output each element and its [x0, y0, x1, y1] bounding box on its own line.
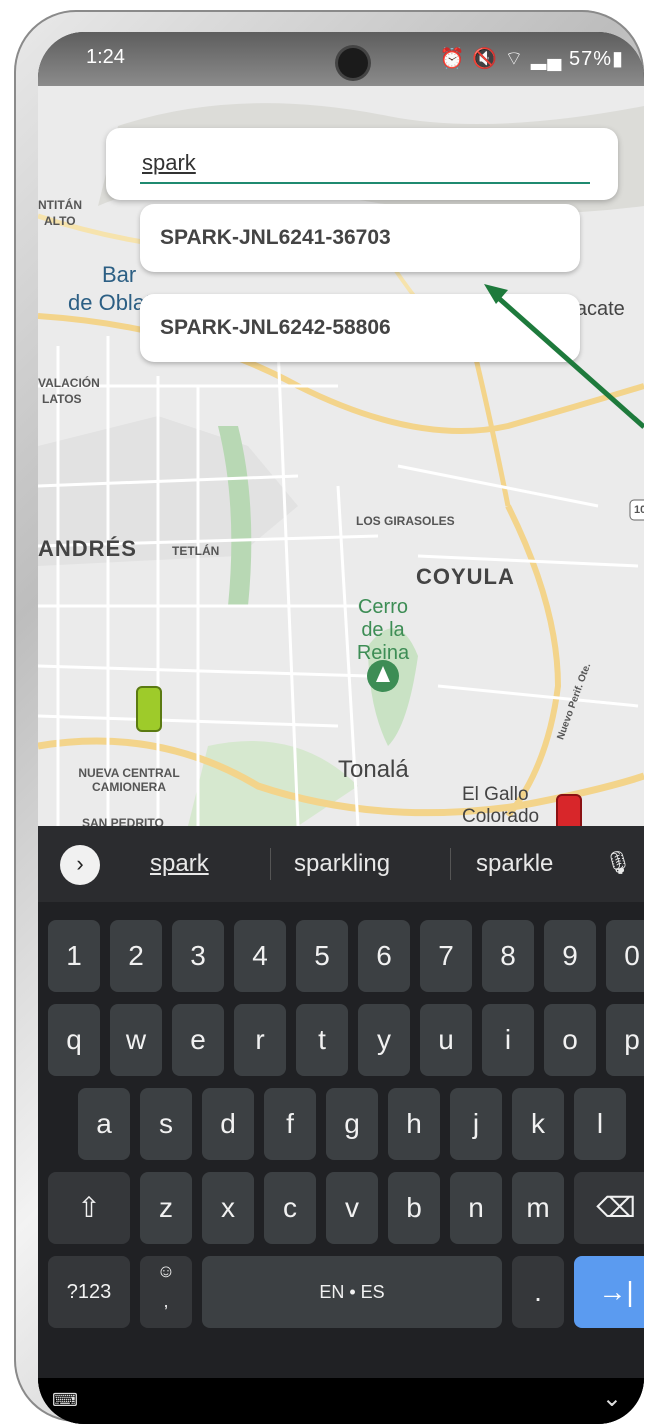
key-q[interactable]: q	[48, 1004, 100, 1076]
suggestion-divider	[450, 848, 451, 880]
key-h[interactable]: h	[388, 1088, 440, 1160]
map-label-latos: LATOS	[42, 392, 82, 406]
status-time: 1:24	[86, 46, 125, 68]
map-label-tonala: Tonalá	[338, 756, 409, 783]
enter-key[interactable]: →|	[574, 1256, 644, 1328]
key-b[interactable]: b	[388, 1172, 440, 1244]
emoji-icon: ☺	[156, 1261, 176, 1281]
map-label-coyula: COYULA	[416, 564, 515, 589]
key-v[interactable]: v	[326, 1172, 378, 1244]
key-7[interactable]: 7	[420, 920, 472, 992]
key-x[interactable]: x	[202, 1172, 254, 1244]
key-n[interactable]: n	[450, 1172, 502, 1244]
key-c[interactable]: c	[264, 1172, 316, 1244]
front-camera	[338, 48, 368, 78]
key-m[interactable]: m	[512, 1172, 564, 1244]
key-p[interactable]: p	[606, 1004, 644, 1076]
emoji-comma-key[interactable]: ☺ ,	[140, 1256, 192, 1328]
key-j[interactable]: j	[450, 1088, 502, 1160]
key-f[interactable]: f	[264, 1088, 316, 1160]
key-g[interactable]: g	[326, 1088, 378, 1160]
key-d[interactable]: d	[202, 1088, 254, 1160]
map-label-tetlan: TETLÁN	[172, 544, 220, 558]
shift-key[interactable]: ⇧	[48, 1172, 130, 1244]
search-suggestion-1[interactable]: SPARK-JNL6241-36703	[140, 204, 580, 272]
key-o[interactable]: o	[544, 1004, 596, 1076]
vehicle-marker-green[interactable]	[136, 686, 162, 732]
map-label-alto: ALTO	[44, 214, 76, 228]
space-bar[interactable]: EN • ES	[202, 1256, 502, 1328]
word-suggestion-3[interactable]: sparkle	[476, 850, 553, 878]
search-bar[interactable]	[106, 128, 618, 200]
backspace-icon[interactable]: ⌫	[574, 1172, 644, 1244]
map-label-cerro-de-la-reina: Cerro de la Reina	[356, 596, 410, 664]
key-5[interactable]: 5	[296, 920, 348, 992]
expand-icon[interactable]: ›	[60, 845, 100, 885]
highway-shield: 106	[634, 504, 644, 516]
key-1[interactable]: 1	[48, 920, 100, 992]
word-suggestion-2[interactable]: sparkling	[294, 850, 390, 878]
key-k[interactable]: k	[512, 1088, 564, 1160]
key-0[interactable]: 0	[606, 920, 644, 992]
key-u[interactable]: u	[420, 1004, 472, 1076]
map-label-valacion: VALACIÓN	[38, 376, 100, 390]
keyboard-switch-icon[interactable]: ⌨	[52, 1390, 78, 1411]
status-indicators: ⏰ 🔇 ⌔ ▂▄ 57%▮	[439, 48, 624, 70]
map-label-el-gallo-colorado: El Gallo Colorado	[462, 784, 540, 826]
comma-label: ,	[163, 1291, 169, 1311]
map-label-andres: ANDRÉS	[38, 536, 137, 561]
period-key[interactable]: .	[512, 1256, 564, 1328]
suggestion-divider	[270, 848, 271, 880]
map-label-girasoles: LOS GIRASOLES	[356, 514, 455, 528]
map-label-ntitlan: NTITÁN	[38, 198, 82, 212]
key-6[interactable]: 6	[358, 920, 410, 992]
symbols-key[interactable]: ?123	[48, 1256, 130, 1328]
search-suggestion-2[interactable]: SPARK-JNL6242-58806	[140, 294, 580, 362]
key-4[interactable]: 4	[234, 920, 286, 992]
keyboard-suggestion-bar: › spark sparkling sparkle 🎙	[38, 826, 644, 902]
key-3[interactable]: 3	[172, 920, 224, 992]
chevron-down-icon[interactable]: ⌄	[602, 1384, 622, 1413]
key-w[interactable]: w	[110, 1004, 162, 1076]
map-label-bari: Bar	[102, 262, 137, 287]
key-2[interactable]: 2	[110, 920, 162, 992]
key-e[interactable]: e	[172, 1004, 224, 1076]
phone-frame: 1:24 ⏰ 🔇 ⌔ ▂▄ 57%▮ NTITÁN ALTO Bar de Ob…	[14, 10, 644, 1424]
key-r[interactable]: r	[234, 1004, 286, 1076]
key-s[interactable]: s	[140, 1088, 192, 1160]
soft-keyboard: › spark sparkling sparkle 🎙 1 2 3 4 5 6 …	[38, 826, 644, 1424]
key-9[interactable]: 9	[544, 920, 596, 992]
key-y[interactable]: y	[358, 1004, 410, 1076]
key-8[interactable]: 8	[482, 920, 534, 992]
word-suggestion-1[interactable]: spark	[150, 850, 209, 878]
key-l[interactable]: l	[574, 1088, 626, 1160]
key-a[interactable]: a	[78, 1088, 130, 1160]
map-label-nueva-central: NUEVA CENTRAL CAMIONERA	[78, 766, 180, 794]
vehicle-marker-red[interactable]	[556, 794, 582, 826]
key-z[interactable]: z	[140, 1172, 192, 1244]
system-nav-bar: ⌨ ⌄	[38, 1378, 644, 1424]
phone-screen: 1:24 ⏰ 🔇 ⌔ ▂▄ 57%▮ NTITÁN ALTO Bar de Ob…	[38, 32, 644, 1424]
key-i[interactable]: i	[482, 1004, 534, 1076]
search-input[interactable]	[140, 144, 590, 184]
key-t[interactable]: t	[296, 1004, 348, 1076]
map-label-san-pedrito: SAN PEDRITO	[82, 816, 164, 826]
mic-icon[interactable]: 🎙	[604, 850, 632, 876]
